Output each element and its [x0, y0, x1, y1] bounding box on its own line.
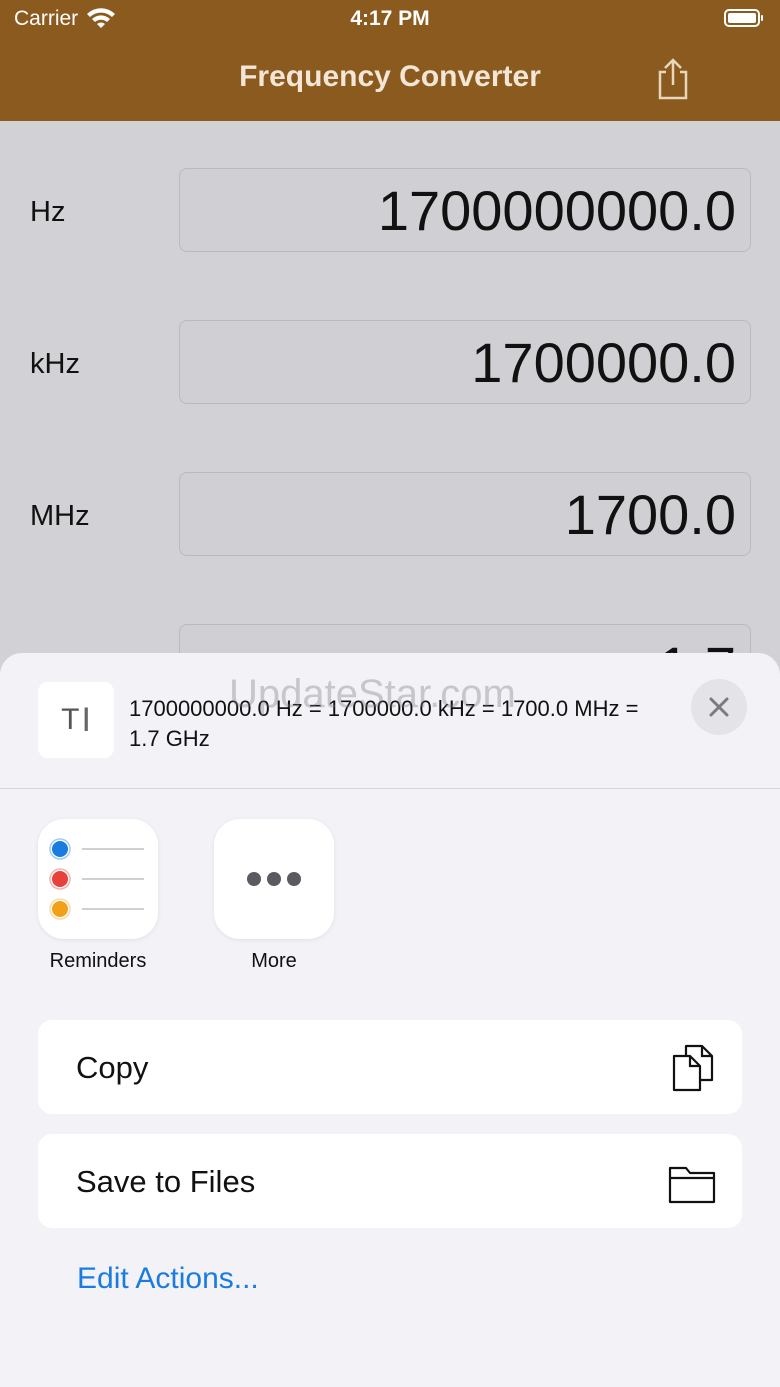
reminders-label: Reminders — [49, 950, 147, 972]
status-time: 4:17 PM — [350, 7, 430, 30]
more-icon — [247, 872, 301, 886]
save-to-files-label: Save to Files — [76, 1164, 256, 1199]
navigation-bar: Carrier 4:17 PM Frequency Converter — [0, 0, 780, 121]
close-button[interactable] — [691, 679, 747, 735]
more-app-button[interactable] — [214, 819, 334, 939]
hz-field[interactable]: 1700000000.0 — [179, 168, 751, 252]
khz-label: kHz — [30, 348, 80, 380]
more-label: More — [251, 950, 297, 972]
share-icon[interactable] — [654, 58, 692, 100]
watermark: UpdateStar.com — [229, 672, 516, 716]
close-icon — [709, 697, 729, 717]
khz-field[interactable]: 1700000.0 — [179, 320, 751, 404]
divider — [0, 788, 780, 789]
text-document-icon: TI — [38, 682, 114, 758]
hz-label: Hz — [30, 196, 66, 228]
battery-icon — [724, 9, 763, 27]
save-to-files-action[interactable]: Save to Files — [38, 1134, 742, 1228]
copy-icon — [672, 1044, 714, 1092]
mhz-field[interactable]: 1700.0 — [179, 472, 751, 556]
copy-label: Copy — [76, 1050, 149, 1085]
folder-icon — [668, 1166, 716, 1204]
reminders-app-button[interactable] — [38, 819, 158, 939]
edit-actions-link[interactable]: Edit Actions... — [77, 1262, 259, 1296]
reminders-icon — [49, 838, 144, 920]
copy-action[interactable]: Copy — [38, 1020, 742, 1114]
mhz-label: MHz — [30, 500, 90, 532]
